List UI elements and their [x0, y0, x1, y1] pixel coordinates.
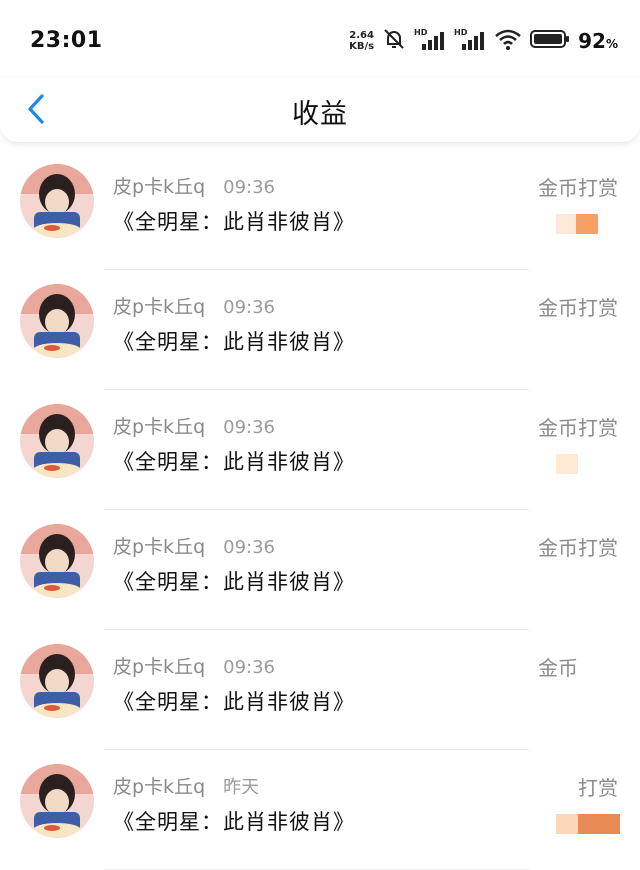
user-line: 皮p卡k丘q 昨天: [113, 772, 259, 799]
reward-label: 金币打赏: [538, 176, 618, 200]
avatar[interactable]: [20, 764, 94, 838]
avatar[interactable]: [20, 164, 94, 238]
earnings-row[interactable]: 皮p卡k丘q 09:36 《全明星：此肖非彼肖》 金币打赏: [0, 150, 640, 270]
work-title[interactable]: 《全明星：此肖非彼肖》: [113, 446, 355, 476]
avatar[interactable]: [20, 524, 94, 598]
blurred-amount: [556, 814, 620, 834]
reward-label: 金币打赏: [538, 416, 618, 440]
net-speed-unit: KB/s: [349, 41, 375, 52]
blurred-amount: [556, 574, 598, 594]
signal-hd-icon: HD: [414, 27, 446, 55]
earnings-row[interactable]: 皮p卡k丘q 09:36 《全明星：此肖非彼肖》 金币打赏: [0, 510, 640, 630]
earnings-row[interactable]: 皮p卡k丘q 09:36 《全明星：此肖非彼肖》 金币打赏: [0, 270, 640, 390]
svg-text:HD: HD: [454, 28, 468, 37]
status-time: 23:01: [30, 28, 103, 53]
battery-percent-unit: %: [605, 37, 618, 51]
username[interactable]: 皮p卡k丘q: [113, 292, 205, 319]
reward-label: 打赏: [578, 776, 618, 800]
header-bar: 收益: [0, 78, 640, 143]
wifi-icon: [494, 27, 522, 55]
reward-label: 金币打赏: [538, 296, 618, 320]
earnings-list: 皮p卡k丘q 09:36 《全明星：此肖非彼肖》 金币打赏 皮p卡k丘q 09:…: [0, 150, 640, 870]
user-line: 皮p卡k丘q 09:36: [113, 292, 275, 319]
battery-percent-value: 92: [578, 29, 606, 53]
username[interactable]: 皮p卡k丘q: [113, 772, 205, 799]
user-line: 皮p卡k丘q 09:36: [113, 412, 275, 439]
network-speed: 2.64 KB/s: [349, 30, 374, 52]
reward-label: 金币: [538, 656, 578, 680]
page-title: 收益: [292, 99, 348, 130]
timestamp: 昨天: [223, 777, 260, 798]
avatar[interactable]: [20, 404, 94, 478]
work-title[interactable]: 《全明星：此肖非彼肖》: [113, 566, 355, 596]
timestamp: 09:36: [223, 537, 275, 558]
blurred-amount: [556, 694, 598, 714]
timestamp: 09:36: [223, 417, 275, 438]
earnings-row[interactable]: 皮p卡k丘q 09:36 《全明星：此肖非彼肖》 金币打赏: [0, 390, 640, 510]
earnings-row[interactable]: 皮p卡k丘q 09:36 《全明星：此肖非彼肖》 金币: [0, 630, 640, 750]
username[interactable]: 皮p卡k丘q: [113, 172, 205, 199]
status-icons: 2.64 KB/s HD HD 92%: [349, 26, 618, 56]
earnings-row[interactable]: 皮p卡k丘q 昨天 《全明星：此肖非彼肖》 打赏: [0, 750, 640, 870]
work-title[interactable]: 《全明星：此肖非彼肖》: [113, 686, 355, 716]
timestamp: 09:36: [223, 297, 275, 318]
work-title[interactable]: 《全明星：此肖非彼肖》: [113, 806, 355, 836]
work-title[interactable]: 《全明星：此肖非彼肖》: [113, 326, 355, 356]
blurred-amount: [556, 334, 598, 354]
signal-hd-icon: HD: [454, 27, 486, 55]
user-line: 皮p卡k丘q 09:36: [113, 172, 275, 199]
battery-percent: 92%: [578, 29, 618, 53]
timestamp: 09:36: [223, 177, 275, 198]
work-title[interactable]: 《全明星：此肖非彼肖》: [113, 206, 355, 236]
timestamp: 09:36: [223, 657, 275, 678]
net-speed-value: 2.64: [349, 30, 374, 41]
reward-label: 金币打赏: [538, 536, 618, 560]
battery-icon: [530, 28, 570, 54]
username[interactable]: 皮p卡k丘q: [113, 412, 205, 439]
status-bar: 23:01 2.64 KB/s HD HD 92%: [0, 0, 640, 78]
avatar[interactable]: [20, 284, 94, 358]
username[interactable]: 皮p卡k丘q: [113, 532, 205, 559]
mute-bell-icon: [382, 27, 406, 55]
blurred-amount: [556, 214, 598, 234]
svg-text:HD: HD: [414, 28, 428, 37]
user-line: 皮p卡k丘q 09:36: [113, 532, 275, 559]
username[interactable]: 皮p卡k丘q: [113, 652, 205, 679]
blurred-amount: [556, 454, 598, 474]
user-line: 皮p卡k丘q 09:36: [113, 652, 275, 679]
avatar[interactable]: [20, 644, 94, 718]
